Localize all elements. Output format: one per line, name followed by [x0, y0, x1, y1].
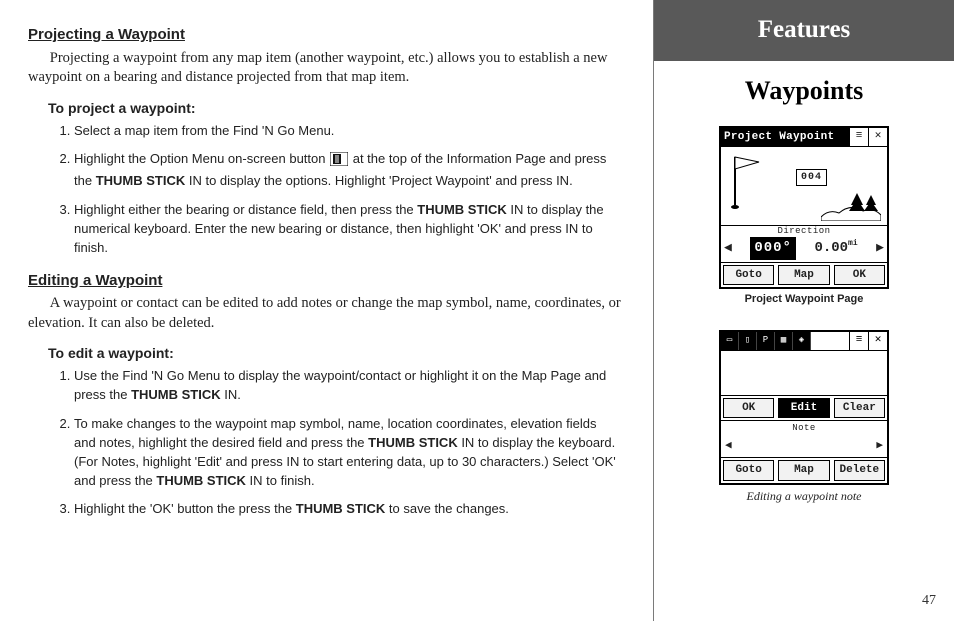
close-icon: ✕ — [868, 128, 887, 146]
step-text: THUMB STICK — [131, 387, 221, 402]
step-text: THUMB STICK — [417, 202, 507, 217]
trees-icon — [821, 187, 881, 221]
main-content: Projecting a Waypoint Projecting a waypo… — [0, 0, 654, 621]
steps-list: Use the Find 'N Go Menu to display the w… — [52, 367, 621, 519]
goto-button: Goto — [723, 460, 774, 481]
page-number: 47 — [922, 590, 936, 611]
tab-icon: ◈ — [793, 332, 811, 350]
step-text: to save the changes. — [385, 501, 509, 516]
arrow-right-icon: ▶ — [876, 438, 883, 455]
options-menu-icon: ≡ — [849, 332, 868, 350]
note-label: Note — [721, 421, 887, 437]
bearing-value: 000° — [750, 237, 796, 260]
body-paragraph: A waypoint or contact can be edited to a… — [28, 294, 629, 333]
option-menu-icon — [330, 152, 348, 172]
step-text: THUMB STICK — [296, 501, 386, 516]
sidebar: Features Waypoints Project Waypoint ≡ ✕ … — [654, 0, 954, 621]
tab-icon: P — [757, 332, 775, 350]
map-button: Map — [778, 265, 829, 286]
howto-heading: To edit a waypoint: — [48, 343, 629, 364]
step-text: Highlight either the bearing or distance… — [74, 202, 417, 217]
flag-icon — [729, 153, 769, 213]
screenshot-caption: Editing a waypoint note — [668, 487, 940, 505]
step-text: THUMB STICK — [156, 473, 246, 488]
ok-button: OK — [723, 398, 774, 419]
direction-label: Direction — [721, 226, 887, 236]
waypoint-number: 004 — [796, 169, 827, 186]
section-heading: Editing a Waypoint — [28, 270, 629, 293]
arrow-left-icon: ◀ — [724, 238, 732, 258]
close-icon: ✕ — [868, 332, 887, 350]
tab-icon: ▦ — [775, 332, 793, 350]
list-item: Select a map item from the Find 'N Go Me… — [74, 122, 621, 141]
project-waypoint-screenshot: Project Waypoint ≡ ✕ 004 Direction — [719, 126, 889, 290]
section-heading: Projecting a Waypoint — [28, 24, 629, 47]
features-banner: Features — [654, 0, 954, 61]
screenshot-caption: Project Waypoint Page — [668, 291, 940, 308]
window-title: Project Waypoint — [721, 128, 849, 146]
step-text: IN. — [221, 387, 241, 402]
list-item: Highlight the Option Menu on-screen butt… — [74, 150, 621, 191]
list-item: Highlight the 'OK' button the press the … — [74, 500, 621, 519]
tab-icon: ▭ — [721, 332, 739, 350]
body-paragraph: Projecting a waypoint from any map item … — [28, 49, 629, 88]
step-text: THUMB STICK — [96, 173, 186, 188]
list-item: Use the Find 'N Go Menu to display the w… — [74, 367, 621, 405]
steps-list: Select a map item from the Find 'N Go Me… — [52, 122, 621, 258]
tab-icon: ▯ — [739, 332, 757, 350]
step-text: Highlight the Option Menu on-screen butt… — [74, 151, 329, 166]
step-text: IN to finish. — [246, 473, 315, 488]
edit-button: Edit — [778, 398, 829, 419]
arrow-right-icon: ▶ — [876, 238, 884, 258]
goto-button: Goto — [723, 265, 774, 286]
sidebar-title: Waypoints — [668, 71, 940, 110]
edit-waypoint-screenshot: ▭ ▯ P ▦ ◈ ≡ ✕ OK Edit Clear Note ◀ ▶ — [719, 330, 889, 485]
howto-heading: To project a waypoint: — [48, 98, 629, 119]
options-menu-icon: ≡ — [849, 128, 868, 146]
list-item: Highlight either the bearing or distance… — [74, 201, 621, 258]
step-text: IN to display the options. Highlight 'Pr… — [185, 173, 572, 188]
step-text: THUMB STICK — [368, 435, 458, 450]
ok-button: OK — [834, 265, 885, 286]
distance-value: 0.00mi — [814, 238, 857, 259]
list-item: To make changes to the waypoint map symb… — [74, 415, 621, 490]
arrow-left-icon: ◀ — [725, 438, 732, 455]
map-button: Map — [778, 460, 829, 481]
delete-button: Delete — [834, 460, 885, 481]
step-text: Highlight the 'OK' button the press the — [74, 501, 296, 516]
clear-button: Clear — [834, 398, 885, 419]
